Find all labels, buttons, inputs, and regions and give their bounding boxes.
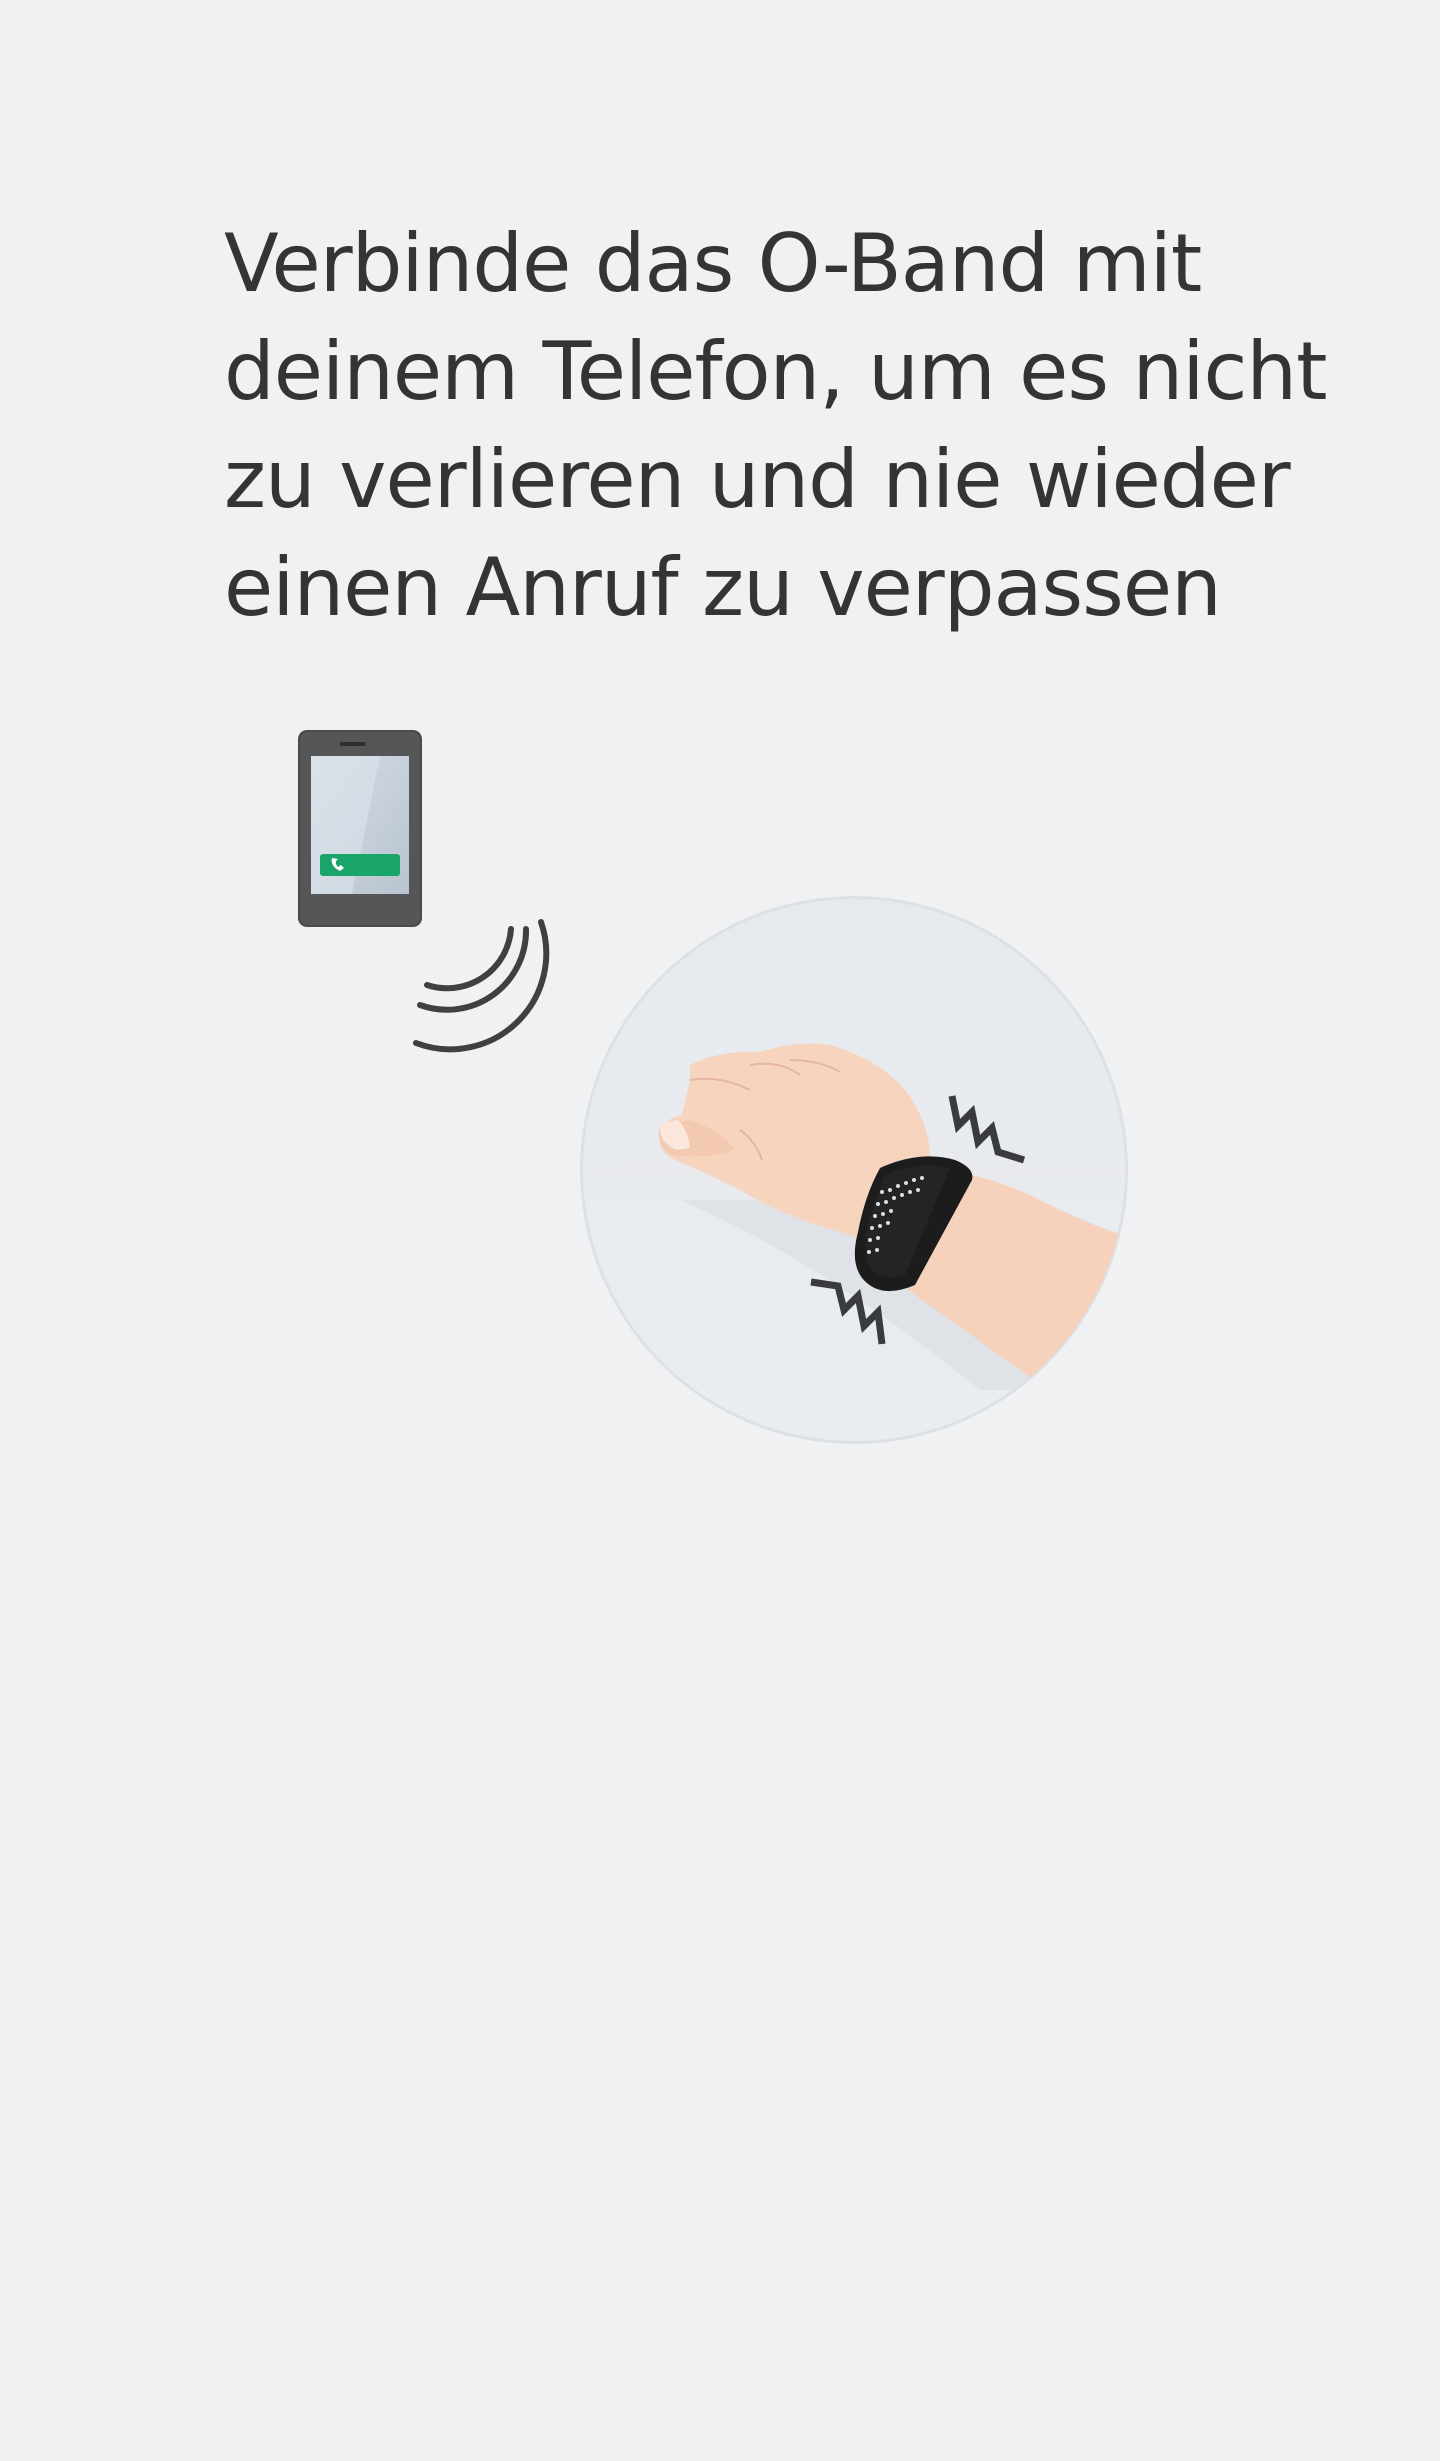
pairing-illustration (298, 730, 1128, 1444)
page-title: Verbinde das O-Band mit deinem Telefon, … (224, 210, 1344, 642)
onboarding-screen: Verbinde das O-Band mit deinem Telefon, … (0, 0, 1440, 2461)
phone-icon (298, 730, 422, 927)
headline-line-3: zu verlieren und nie wieder (224, 433, 1291, 526)
headline-line-1: Verbinde das O-Band mit (224, 217, 1202, 310)
signal-waves-icon (413, 919, 550, 1053)
headline-line-2: deinem Telefon, um es nicht (224, 325, 1328, 418)
headline-line-4: einen Anruf zu verpassen (224, 541, 1222, 634)
